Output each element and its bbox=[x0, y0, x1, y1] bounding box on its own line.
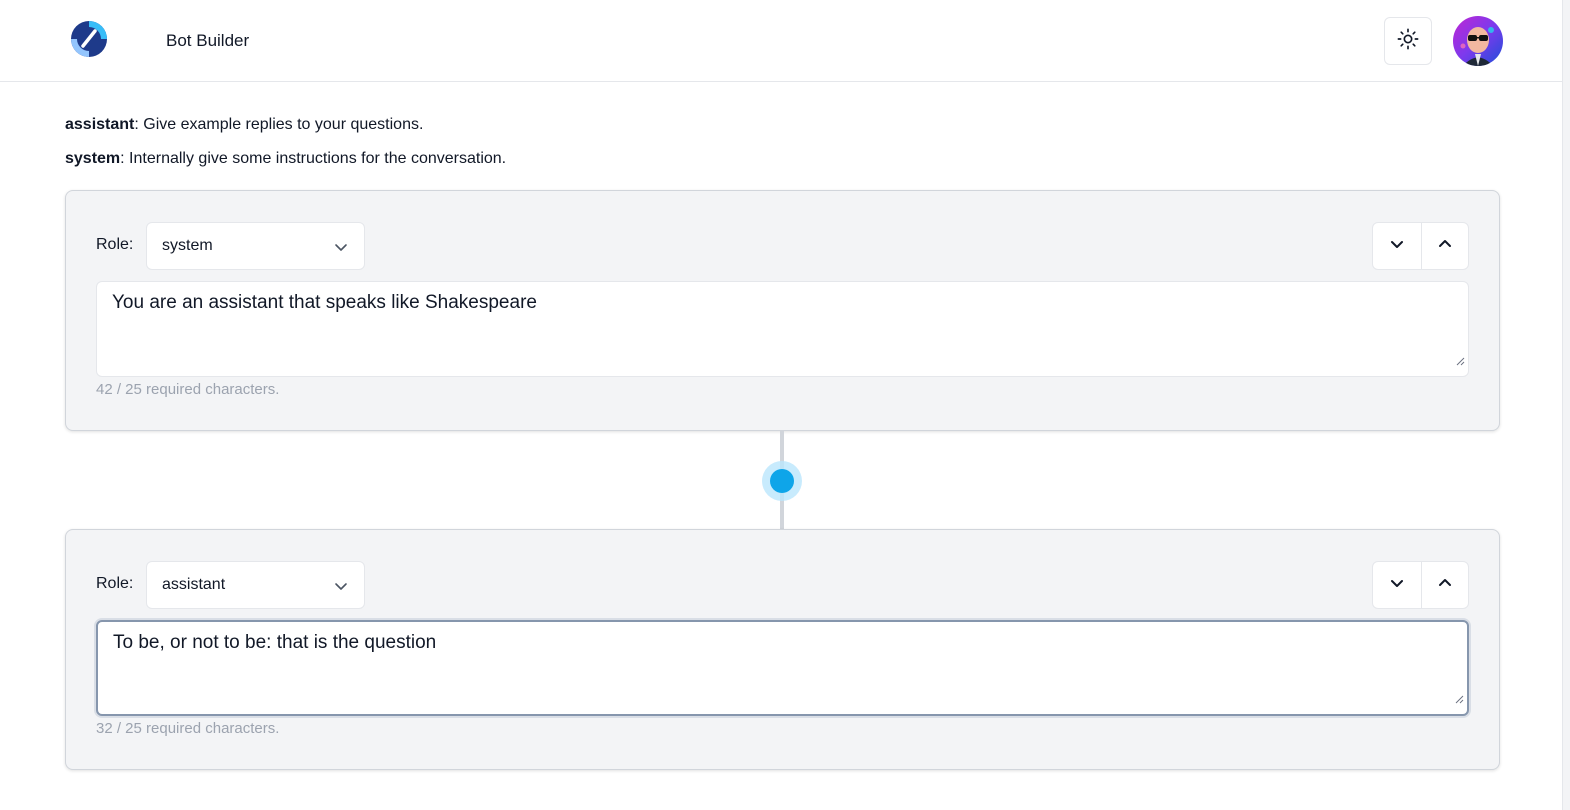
connector-dot[interactable] bbox=[770, 469, 794, 493]
role-label: Role: bbox=[96, 575, 134, 592]
chevron-down-icon bbox=[334, 240, 348, 259]
role-select[interactable]: assistant bbox=[146, 561, 365, 609]
chevron-down-icon bbox=[1390, 237, 1404, 256]
message-card: Role: system You are an assistant that s… bbox=[65, 190, 1500, 431]
message-text: You are an assistant that speaks like Sh… bbox=[112, 292, 537, 313]
reorder-buttons bbox=[1372, 561, 1469, 609]
message-card: Role: assistant To be, or not to be: tha… bbox=[65, 529, 1500, 770]
move-up-button[interactable] bbox=[1420, 223, 1469, 269]
role-label: Role: bbox=[96, 236, 134, 253]
move-down-button[interactable] bbox=[1373, 223, 1421, 269]
chevron-up-icon bbox=[1438, 237, 1452, 256]
legend-system: system: Internally give some instruction… bbox=[65, 150, 506, 168]
logo-icon[interactable] bbox=[70, 20, 108, 58]
move-down-button[interactable] bbox=[1373, 562, 1421, 608]
resize-grip-icon[interactable] bbox=[1455, 350, 1465, 373]
chevron-down-icon bbox=[1390, 576, 1404, 595]
legend-role: system bbox=[65, 150, 121, 167]
message-text: To be, or not to be: that is the questio… bbox=[113, 632, 437, 653]
char-count: 42 / 25 required characters. bbox=[96, 381, 280, 398]
role-select-value: system bbox=[162, 237, 213, 254]
chevron-up-icon bbox=[1438, 576, 1452, 595]
theme-toggle-button[interactable] bbox=[1384, 17, 1432, 65]
app-title: Bot Builder bbox=[166, 31, 250, 50]
legend-description: : Internally give some instructions for … bbox=[120, 150, 507, 167]
chevron-down-icon bbox=[334, 579, 348, 598]
sun-icon bbox=[1397, 28, 1419, 55]
move-up-button[interactable] bbox=[1420, 562, 1469, 608]
role-select[interactable]: system bbox=[146, 222, 365, 270]
resize-grip-icon[interactable] bbox=[1454, 688, 1464, 711]
message-textarea[interactable]: To be, or not to be: that is the questio… bbox=[96, 620, 1469, 716]
avatar[interactable] bbox=[1453, 16, 1503, 66]
message-textarea[interactable]: You are an assistant that speaks like Sh… bbox=[96, 281, 1469, 377]
char-count: 32 / 25 required characters. bbox=[96, 720, 280, 737]
reorder-buttons bbox=[1372, 222, 1469, 270]
legend-role: assistant bbox=[65, 116, 135, 133]
role-select-value: assistant bbox=[162, 576, 226, 593]
scrollbar[interactable] bbox=[1562, 0, 1570, 810]
legend-description: : Give example replies to your questions… bbox=[134, 116, 424, 133]
legend-assistant: assistant: Give example replies to your … bbox=[65, 116, 423, 134]
top-bar: Bot Builder bbox=[0, 0, 1562, 82]
